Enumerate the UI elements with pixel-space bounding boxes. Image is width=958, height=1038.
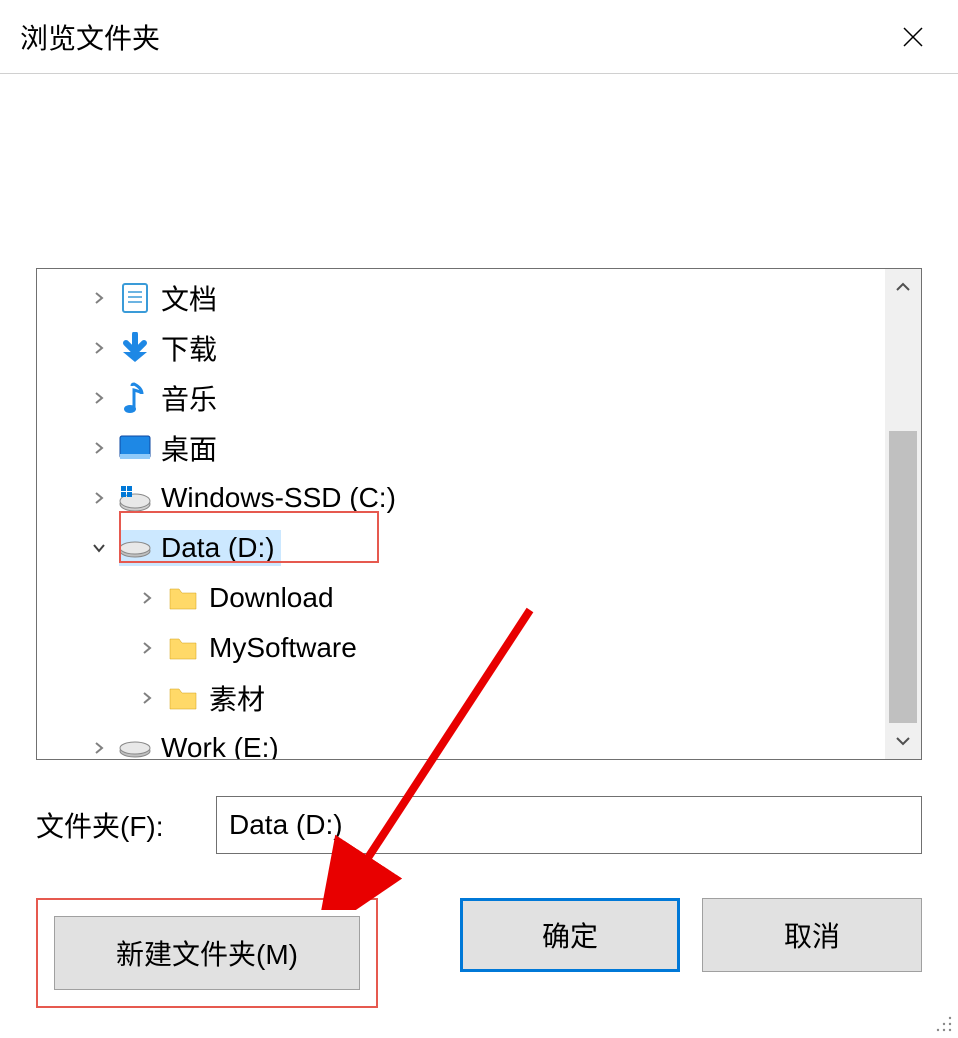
- tree-item[interactable]: Work (E:): [37, 723, 885, 760]
- folder-path-input[interactable]: [216, 796, 922, 854]
- dialog-titlebar: 浏览文件夹: [0, 0, 958, 74]
- dialog-button-row: 新建文件夹(M) 确定 取消: [36, 898, 922, 1008]
- tree-item[interactable]: Data (D:): [37, 523, 885, 573]
- music-icon: [119, 382, 151, 414]
- tree-item-label: 下载: [161, 328, 217, 368]
- cancel-button[interactable]: 取消: [702, 898, 922, 972]
- expand-toggle[interactable]: [87, 736, 111, 760]
- tree-item-label: Work (E:): [161, 732, 279, 760]
- download-icon: [119, 332, 151, 364]
- folder-icon: [167, 582, 199, 614]
- annotation-highlight-newfolder: 新建文件夹(M): [36, 898, 378, 1008]
- tree-item-label: Data (D:): [161, 532, 275, 564]
- folder-tree: 文档下载音乐桌面 Windows-SSD (C:) Data (D:) Downloa…: [36, 268, 922, 760]
- document-icon: [119, 282, 151, 314]
- expand-toggle[interactable]: [135, 686, 159, 710]
- collapse-toggle[interactable]: [87, 536, 111, 560]
- expand-toggle[interactable]: [87, 436, 111, 460]
- tree-item[interactable]: MySoftware: [37, 623, 885, 673]
- drive-win-icon: [119, 482, 151, 514]
- expand-toggle[interactable]: [135, 636, 159, 660]
- tree-item-label: Download: [209, 582, 334, 614]
- tree-item-label: 素材: [209, 678, 265, 718]
- tree-item[interactable]: 桌面: [37, 423, 885, 473]
- expand-toggle[interactable]: [87, 486, 111, 510]
- tree-item[interactable]: Windows-SSD (C:): [37, 473, 885, 523]
- close-button[interactable]: [888, 12, 938, 62]
- vertical-scrollbar[interactable]: [885, 269, 921, 759]
- tree-item[interactable]: 音乐: [37, 373, 885, 423]
- folder-icon: [167, 682, 199, 714]
- folder-icon: [167, 632, 199, 664]
- folder-path-row: 文件夹(F):: [36, 796, 922, 854]
- scroll-up-button[interactable]: [885, 269, 921, 305]
- chevron-down-icon: [895, 733, 911, 749]
- tree-item-label: 桌面: [161, 428, 217, 468]
- tree-item-label: MySoftware: [209, 632, 357, 664]
- tree-item[interactable]: 素材: [37, 673, 885, 723]
- tree-item[interactable]: Download: [37, 573, 885, 623]
- tree-item-label: 音乐: [161, 378, 217, 418]
- drive-icon: [119, 732, 151, 760]
- new-folder-button[interactable]: 新建文件夹(M): [54, 916, 360, 990]
- tree-item[interactable]: 下载: [37, 323, 885, 373]
- tree-viewport[interactable]: 文档下载音乐桌面 Windows-SSD (C:) Data (D:) Downloa…: [37, 269, 885, 759]
- scrollbar-thumb[interactable]: [889, 431, 917, 725]
- chevron-up-icon: [895, 279, 911, 295]
- folder-path-label: 文件夹(F):: [36, 805, 196, 845]
- tree-item-label: 文档: [161, 278, 217, 318]
- ok-button[interactable]: 确定: [460, 898, 680, 972]
- scroll-down-button[interactable]: [885, 723, 921, 759]
- expand-toggle[interactable]: [87, 386, 111, 410]
- expand-toggle[interactable]: [87, 336, 111, 360]
- tree-item[interactable]: 文档: [37, 273, 885, 323]
- dialog-title: 浏览文件夹: [20, 17, 160, 57]
- expand-toggle[interactable]: [135, 586, 159, 610]
- desktop-icon: [119, 432, 151, 464]
- close-icon: [901, 25, 925, 49]
- expand-toggle[interactable]: [87, 286, 111, 310]
- drive-icon: [119, 532, 151, 564]
- tree-item-label: Windows-SSD (C:): [161, 482, 396, 514]
- resize-grip-icon[interactable]: [934, 1014, 954, 1034]
